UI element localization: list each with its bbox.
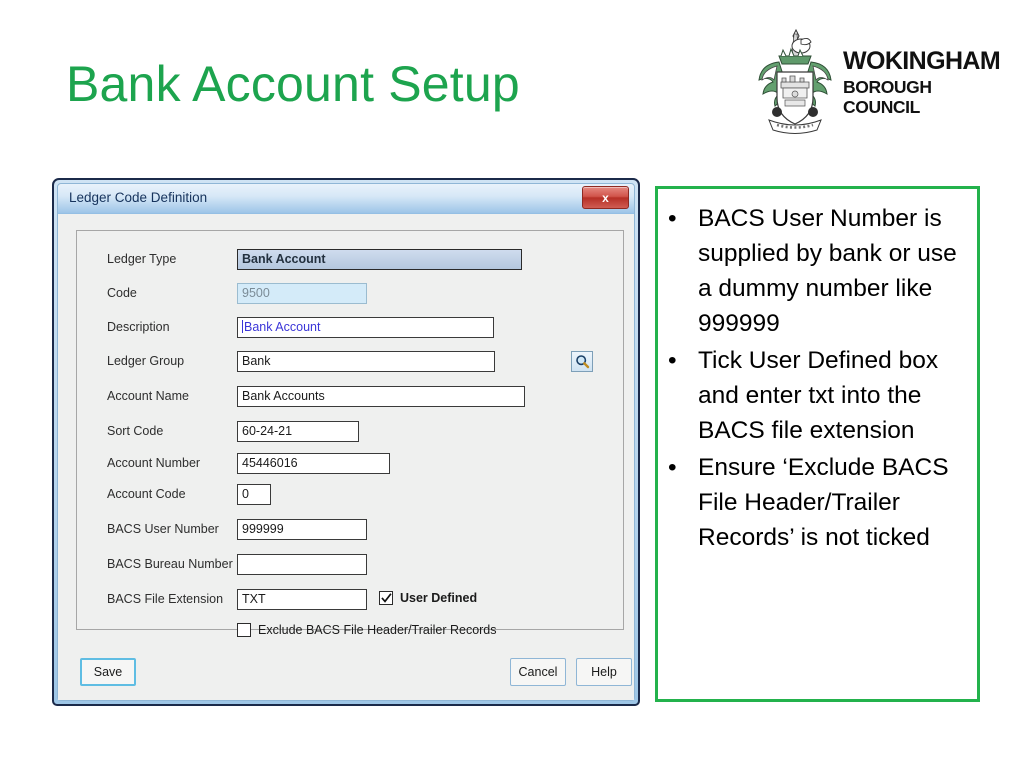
field-row-bacs-bureau-number: BACS Bureau Number (77, 554, 623, 578)
label-ledger-group: Ledger Group (107, 354, 185, 368)
logo-line-2: BOROUGH COUNCIL (843, 76, 932, 117)
ledger-code-definition-dialog: Ledger Code Definition x Ledger Type Ban… (52, 178, 640, 706)
checkbox-user-defined-label: User Defined (400, 591, 478, 605)
dialog-body: Ledger Type Bank Account Code 9500 Descr… (58, 214, 634, 700)
label-account-code: Account Code (107, 487, 186, 501)
checkbox-exclude-bacs-header-trailer[interactable]: Exclude BACS File Header/Trailer Records (237, 623, 497, 637)
logo-line-1: WOKINGHAM (843, 46, 1001, 75)
label-code: Code (107, 286, 137, 300)
label-bacs-bureau-number: BACS Bureau Number (107, 557, 233, 571)
dialog-title: Ledger Code Definition (69, 190, 208, 205)
dialog-titlebar: Ledger Code Definition x (58, 184, 634, 215)
list-item: • Tick User Defined box and enter txt in… (668, 343, 967, 448)
form-groupbox: Ledger Type Bank Account Code 9500 Descr… (76, 230, 624, 637)
list-item-text: Tick User Defined box and enter txt into… (698, 347, 939, 444)
field-row-code: Code 9500 (77, 283, 623, 307)
checkbox-exclude-bacs-label: Exclude BACS File Header/Trailer Records (258, 623, 497, 637)
input-account-code[interactable]: 0 (237, 484, 271, 505)
label-ledger-type: Ledger Type (107, 252, 177, 266)
input-bacs-user-number[interactable]: 999999 (237, 519, 367, 540)
input-ledger-group[interactable]: Bank (237, 351, 495, 372)
input-description-value: Bank Account (244, 320, 321, 334)
input-description[interactable]: Bank Account (237, 317, 494, 338)
checkbox-user-defined[interactable]: User Defined (379, 591, 477, 605)
field-row-ledger-type: Ledger Type Bank Account (77, 249, 623, 273)
label-account-number: Account Number (107, 456, 201, 470)
input-account-number[interactable]: 45446016 (237, 453, 390, 474)
bullet-icon: • (668, 347, 677, 374)
wokingham-borough-council-logo: WOKINGHAM BOROUGH COUNCIL (755, 22, 1001, 142)
magnifier-glyph (575, 355, 589, 369)
list-item: • BACS User Number is supplied by bank o… (668, 201, 967, 341)
input-ledger-type[interactable]: Bank Account (237, 249, 522, 270)
input-sort-code[interactable]: 60-24-21 (237, 421, 359, 442)
checkbox-unchecked-icon (237, 623, 251, 637)
wokingham-crest-icon (758, 28, 832, 134)
label-bacs-user-number: BACS User Number (107, 522, 219, 536)
list-item: • Ensure ‘Exclude BACS File Header/Trail… (668, 450, 967, 555)
notes-panel: • BACS User Number is supplied by bank o… (655, 186, 980, 702)
field-row-ledger-group: Ledger Group Bank (77, 351, 623, 375)
field-row-account-number: Account Number 45446016 (77, 453, 623, 477)
bullet-icon: • (668, 454, 677, 481)
cancel-button[interactable]: Cancel (510, 658, 566, 686)
list-item-text: BACS User Number is supplied by bank or … (698, 205, 957, 337)
checkbox-checked-icon (379, 591, 393, 605)
field-row-bacs-file-extension: BACS File Extension TXT User Defined (77, 589, 623, 613)
save-button[interactable]: Save (80, 658, 136, 686)
input-code[interactable]: 9500 (237, 283, 367, 304)
label-account-name: Account Name (107, 389, 189, 403)
magnifier-icon[interactable] (571, 351, 593, 372)
bullet-icon: • (668, 205, 677, 232)
field-row-account-name: Account Name Bank Accounts (77, 386, 623, 410)
field-row-bacs-user-number: BACS User Number 999999 (77, 519, 623, 543)
field-row-account-code: Account Code 0 (77, 484, 623, 508)
list-item-text: Ensure ‘Exclude BACS File Header/Trailer… (698, 454, 949, 551)
help-button[interactable]: Help (576, 658, 632, 686)
input-bacs-bureau-number[interactable] (237, 554, 367, 575)
field-row-description: Description Bank Account (77, 317, 623, 341)
input-account-name[interactable]: Bank Accounts (237, 386, 525, 407)
label-bacs-file-extension: BACS File Extension (107, 592, 224, 606)
input-bacs-file-extension[interactable]: TXT (237, 589, 367, 610)
label-sort-code: Sort Code (107, 424, 164, 438)
field-row-sort-code: Sort Code 60-24-21 (77, 421, 623, 445)
text-caret (242, 320, 243, 333)
dialog-inner-frame: Ledger Code Definition x Ledger Type Ban… (57, 183, 635, 701)
close-icon[interactable]: x (582, 186, 629, 209)
page-title: Bank Account Setup (66, 56, 520, 112)
label-description: Description (107, 320, 170, 334)
